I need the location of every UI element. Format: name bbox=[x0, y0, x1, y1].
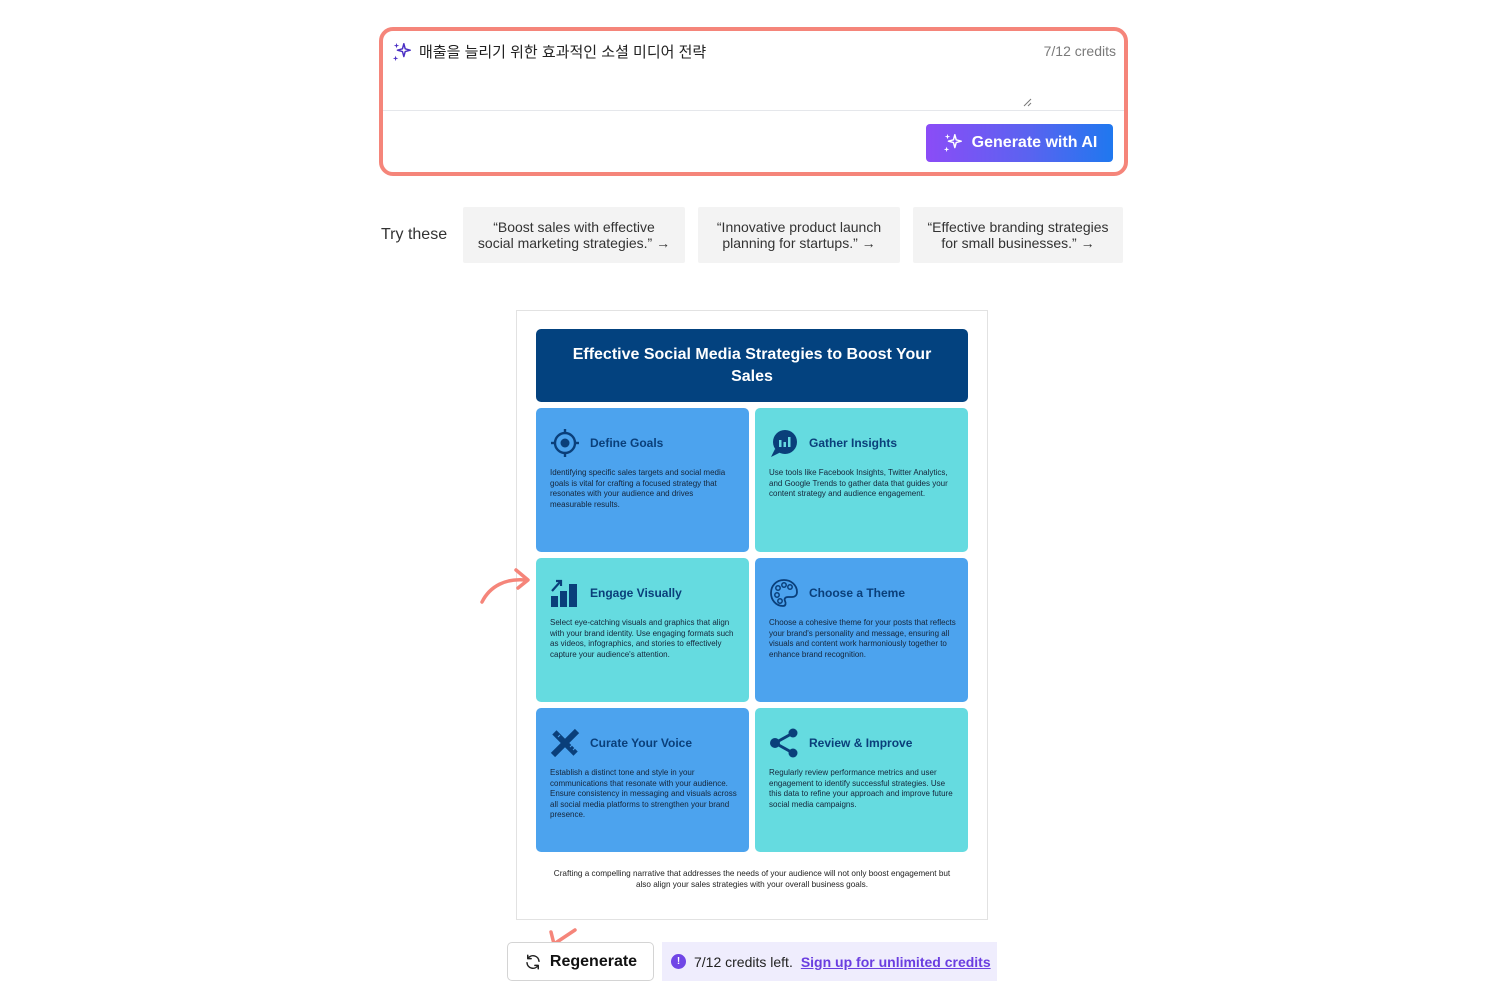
card-body: Establish a distinct tone and style in y… bbox=[550, 768, 737, 819]
suggestion-chip[interactable]: “Innovative product launch planning for s… bbox=[698, 207, 900, 263]
card-title: Review & Improve bbox=[809, 736, 913, 750]
generate-with-ai-button[interactable]: Generate with AI bbox=[926, 124, 1113, 162]
prompt-box: 매출을 늘리기 위한 효과적인 소셜 미디어 전략 7/12 credits G… bbox=[379, 27, 1128, 176]
regenerate-button[interactable]: Regenerate bbox=[507, 942, 654, 981]
infographic-title: Effective Social Media Strategies to Boo… bbox=[536, 329, 968, 402]
pencil-ruler-icon bbox=[550, 728, 580, 758]
card-body: Identifying specific sales targets and s… bbox=[550, 468, 726, 509]
card-choose-theme: Choose a Theme Choose a cohesive theme f… bbox=[755, 558, 968, 702]
growth-chart-icon bbox=[551, 579, 577, 607]
share-icon bbox=[770, 728, 798, 758]
suggestion-line: “Innovative product launch bbox=[716, 219, 882, 235]
card-body: Select eye-catching visuals and graphics… bbox=[550, 618, 734, 659]
credits-counter: 7/12 credits bbox=[1043, 43, 1116, 59]
suggestion-line: “Effective branding strategies bbox=[927, 219, 1109, 235]
credits-left-text: 7/12 credits left. bbox=[694, 953, 793, 970]
card-engage-visually: Engage Visually Select eye-catching visu… bbox=[536, 558, 749, 702]
card-body: Use tools like Facebook Insights, Twitte… bbox=[769, 468, 948, 498]
suggestion-line: “Boost sales with effective bbox=[493, 219, 655, 235]
suggestion-line: social marketing strategies.” → bbox=[477, 235, 671, 251]
prompt-textarea[interactable]: 매출을 늘리기 위한 효과적인 소셜 미디어 전략 7/12 credits bbox=[383, 31, 1124, 111]
prompt-text: 매출을 늘리기 위한 효과적인 소셜 미디어 전략 bbox=[419, 44, 707, 61]
palette-icon bbox=[770, 579, 798, 607]
credits-banner: ! 7/12 credits left. Sign up for unlimit… bbox=[662, 942, 997, 981]
suggestion-chip[interactable]: “Effective branding strategies for small … bbox=[913, 207, 1123, 263]
infographic: Effective Social Media Strategies to Boo… bbox=[516, 310, 988, 920]
chat-chart-icon bbox=[771, 430, 797, 457]
suggestion-line: for small businesses.” → bbox=[941, 235, 1095, 251]
sparkle-icon bbox=[943, 133, 962, 153]
card-title: Engage Visually bbox=[590, 586, 682, 600]
card-review-improve: Review & Improve Regularly review perfor… bbox=[755, 708, 968, 852]
suggestion-chip[interactable]: “Boost sales with effective social market… bbox=[463, 207, 685, 263]
target-icon bbox=[551, 429, 579, 457]
card-title: Curate Your Voice bbox=[590, 736, 693, 750]
card-body: Regularly review performance metrics and… bbox=[769, 768, 953, 809]
card-body: Choose a cohesive theme for your posts t… bbox=[769, 618, 956, 659]
card-define-goals: Define Goals Identifying specific sales … bbox=[536, 408, 749, 552]
card-title: Choose a Theme bbox=[809, 586, 906, 600]
resize-handle-icon[interactable] bbox=[1022, 97, 1032, 107]
card-title: Define Goals bbox=[590, 436, 664, 450]
card-curate-voice: Curate Your Voice Establish a distinct t… bbox=[536, 708, 749, 852]
suggestion-line: planning for startups.” → bbox=[722, 235, 876, 251]
try-these-label: Try these bbox=[381, 226, 448, 243]
signup-link[interactable]: Sign up for unlimited credits bbox=[801, 954, 991, 970]
sparkle-icon bbox=[392, 42, 411, 62]
info-icon: ! bbox=[671, 954, 686, 969]
infographic-footer: Crafting a compelling narrative that add… bbox=[553, 869, 951, 889]
refresh-icon bbox=[526, 954, 540, 969]
regenerate-label: Regenerate bbox=[549, 952, 638, 970]
generate-label: Generate with AI bbox=[971, 134, 1098, 151]
card-gather-insights: Gather Insights Use tools like Facebook … bbox=[755, 408, 968, 552]
card-title: Gather Insights bbox=[809, 436, 898, 450]
annotation-arrow-icon bbox=[480, 568, 530, 604]
